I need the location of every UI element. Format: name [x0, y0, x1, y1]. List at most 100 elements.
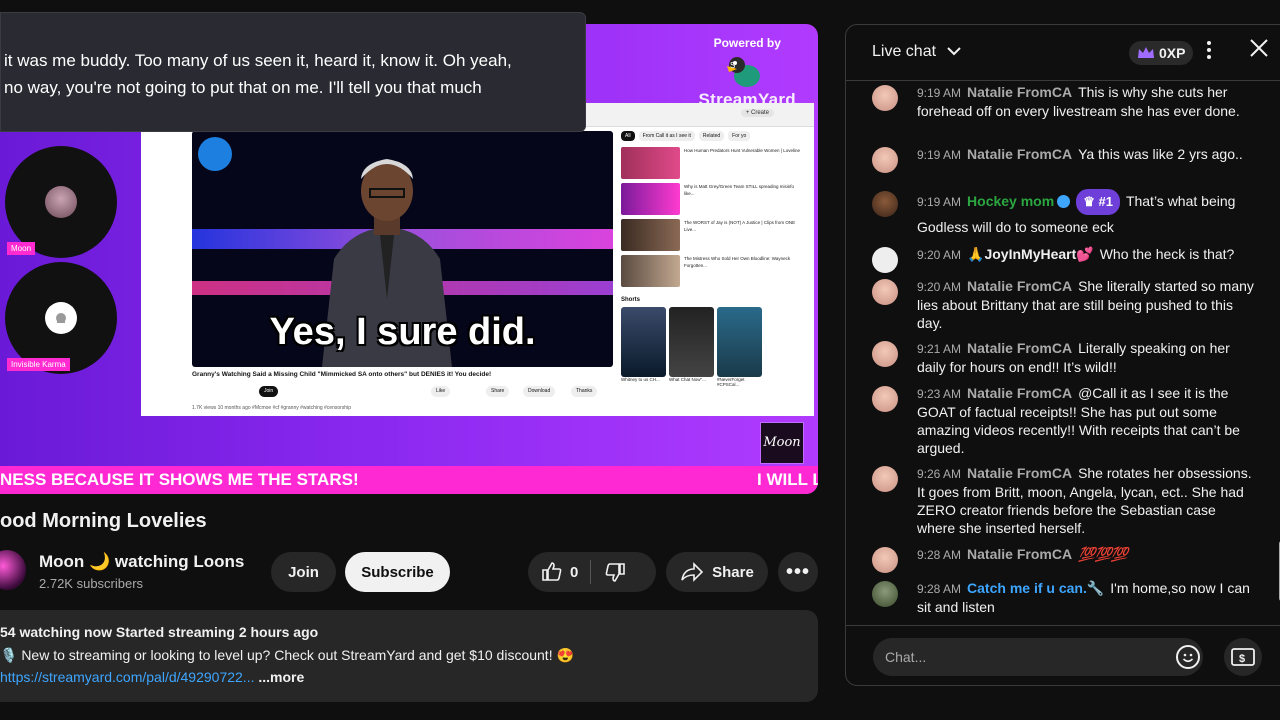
- channel-name[interactable]: Moon 🌙 watching Loons: [39, 552, 244, 572]
- caption-line: no way, you're not going to put that on …: [4, 78, 482, 97]
- super-chat-icon[interactable]: $: [1224, 638, 1262, 676]
- message-text: This is why she cuts her forehead off on…: [917, 84, 1240, 119]
- message-time: 9:28 AM: [917, 582, 962, 596]
- chip: All: [621, 131, 635, 141]
- shorts-captions: Whitney to us CH... What Chat Now"... #N…: [621, 377, 811, 387]
- message-time: 9:20 AM: [917, 248, 962, 262]
- dislike-button[interactable]: [603, 560, 627, 584]
- chat-message: 9:28 AM Natalie FromCA 💯💯💯: [872, 545, 1257, 573]
- message-text: 💯💯💯: [1078, 546, 1128, 562]
- subscribe-button[interactable]: Subscribe: [345, 552, 450, 592]
- user-avatar[interactable]: [872, 341, 898, 367]
- message-author[interactable]: Natalie FromCA: [967, 340, 1072, 356]
- chat-input[interactable]: [873, 638, 1203, 676]
- short-thumbnail: [717, 307, 762, 377]
- guest-name-tag: Moon: [7, 242, 36, 255]
- close-chat-icon[interactable]: [1248, 37, 1270, 66]
- message-text: @Call it as I see it is the GOAT of fact…: [917, 385, 1240, 456]
- subscriber-count: 2.72K subscribers: [39, 576, 144, 591]
- message-text: Ya this was like 2 yrs ago..: [1078, 146, 1243, 162]
- guest-name-tag: Invisible Karma: [7, 358, 70, 371]
- rec-title: How Human Predators Hunt Vulnerable Wome…: [684, 148, 800, 153]
- like-button[interactable]: 0: [528, 560, 578, 584]
- user-avatar[interactable]: [872, 581, 898, 607]
- message-time: 9:19 AM: [917, 86, 962, 100]
- duck-logo-icon: S: [725, 54, 769, 90]
- caption-line: it was me buddy. Too many of us seen it,…: [4, 51, 512, 70]
- embedded-download-button: Download: [523, 386, 556, 397]
- message-time: 9:21 AM: [917, 342, 962, 356]
- user-avatar[interactable]: [872, 279, 898, 305]
- powered-by-label: Powered by: [713, 36, 781, 50]
- user-avatar[interactable]: [872, 466, 898, 492]
- chat-message: 9:21 AM Natalie FromCA Literally speaking …: [872, 339, 1257, 376]
- chat-header: Live chat 0XP: [846, 25, 1280, 81]
- embedded-video-title: Granny's Watching Said a Missing Child "…: [192, 371, 492, 378]
- user-avatar[interactable]: [872, 547, 898, 573]
- rec-item: The Mistress Who Sold Her Own Bloodline:…: [621, 255, 811, 291]
- message-author[interactable]: Natalie FromCA: [967, 546, 1072, 562]
- rec-title: Why is Matt Grey/Green Team STILL spread…: [684, 184, 795, 196]
- share-arrow-icon: [681, 562, 704, 582]
- message-author[interactable]: Natalie FromCA: [967, 385, 1072, 401]
- share-label: Share: [712, 563, 754, 581]
- embedded-create-button: + Create: [740, 109, 774, 117]
- video-title: ood Morning Lovelies: [0, 510, 207, 532]
- stream-stats: 54 watching now Started streaming 2 hour…: [0, 624, 319, 640]
- thumbs-down-icon: [605, 563, 626, 582]
- short-thumbnail: [669, 307, 714, 377]
- show-more-button[interactable]: ...more: [258, 669, 304, 685]
- user-avatar[interactable]: [872, 191, 898, 217]
- message-time: 9:26 AM: [917, 467, 962, 481]
- svg-text:$: $: [1239, 653, 1245, 665]
- message-author[interactable]: Natalie FromCA: [967, 278, 1072, 294]
- shorts-row: [621, 307, 811, 377]
- chat-mode-dropdown[interactable]: Live chat: [872, 43, 961, 61]
- message-time: 9:23 AM: [917, 387, 962, 401]
- xp-badge[interactable]: 0XP: [1129, 41, 1194, 65]
- chip: From Call it as I see it: [638, 131, 695, 141]
- message-author[interactable]: Natalie FromCA: [967, 84, 1072, 100]
- chevron-down-icon: [946, 43, 961, 61]
- guest-avatar: [45, 186, 77, 218]
- more-actions-button[interactable]: •••: [778, 552, 818, 592]
- message-text: Who the heck is that?: [1099, 246, 1235, 262]
- message-time: 9:28 AM: [917, 548, 962, 562]
- user-avatar[interactable]: [872, 85, 898, 111]
- description-box[interactable]: 54 watching now Started streaming 2 hour…: [0, 610, 818, 702]
- streamyard-link[interactable]: https://streamyard.com/pal/d/49290722...: [0, 669, 254, 685]
- default-avatar-icon: [45, 302, 77, 334]
- signature-logo: Moon: [760, 422, 804, 464]
- message-author[interactable]: Catch me if u can.🔧: [967, 580, 1104, 596]
- chat-message: 9:20 AM Natalie FromCA She literally start…: [872, 277, 1257, 332]
- user-avatar[interactable]: [872, 147, 898, 173]
- user-avatar[interactable]: [872, 386, 898, 412]
- rank-badge: ♛ #1: [1076, 189, 1120, 215]
- chip: Related: [698, 131, 725, 141]
- message-author[interactable]: Natalie FromCA: [967, 146, 1072, 162]
- news-ticker: NESS BECAUSE IT SHOWS ME THE STARS! I WI…: [0, 466, 818, 494]
- embedded-join-button: Join: [259, 386, 279, 397]
- rec-item: The WORST of Jay is (NOT) A Justice | Cl…: [621, 219, 811, 255]
- share-button[interactable]: Share: [666, 552, 768, 592]
- embedded-video-meta: 1.7K views 10 months ago #Mcmoe #cf #gra…: [192, 405, 351, 411]
- channel-avatar[interactable]: [0, 550, 26, 590]
- chat-message: 9:20 AM 🙏JoyInMyHeart💕 Who the heck is tha…: [872, 245, 1257, 273]
- description-link-row: https://streamyard.com/pal/d/49290722...…: [0, 669, 304, 685]
- description-promo: 🎙️ New to streaming or looking to level …: [0, 647, 574, 663]
- author-name: Hockey mom: [967, 193, 1055, 209]
- more-horiz-icon: •••: [785, 560, 810, 583]
- message-author[interactable]: Natalie FromCA: [967, 465, 1072, 481]
- join-button[interactable]: Join: [271, 552, 336, 592]
- live-chat-panel: Live chat 0XP 9:19 AM Natalie FromCA This …: [845, 24, 1280, 686]
- rec-thumbnail: [621, 147, 680, 179]
- emoji-icon[interactable]: [1176, 645, 1200, 669]
- user-avatar[interactable]: [872, 247, 898, 273]
- streamyard-watermark: Powered by S StreamYard: [699, 36, 797, 110]
- rec-thumbnail: [621, 183, 680, 215]
- message-author[interactable]: 🙏JoyInMyHeart💕: [967, 246, 1094, 262]
- message-author[interactable]: Hockey mom: [967, 193, 1071, 209]
- rec-title: The Mistress Who Sold Her Own Bloodline:…: [684, 256, 791, 268]
- chat-message: 9:28 AM Catch me if u can.🔧 I'm home,so no…: [872, 579, 1257, 616]
- chat-options-icon[interactable]: [1206, 39, 1212, 67]
